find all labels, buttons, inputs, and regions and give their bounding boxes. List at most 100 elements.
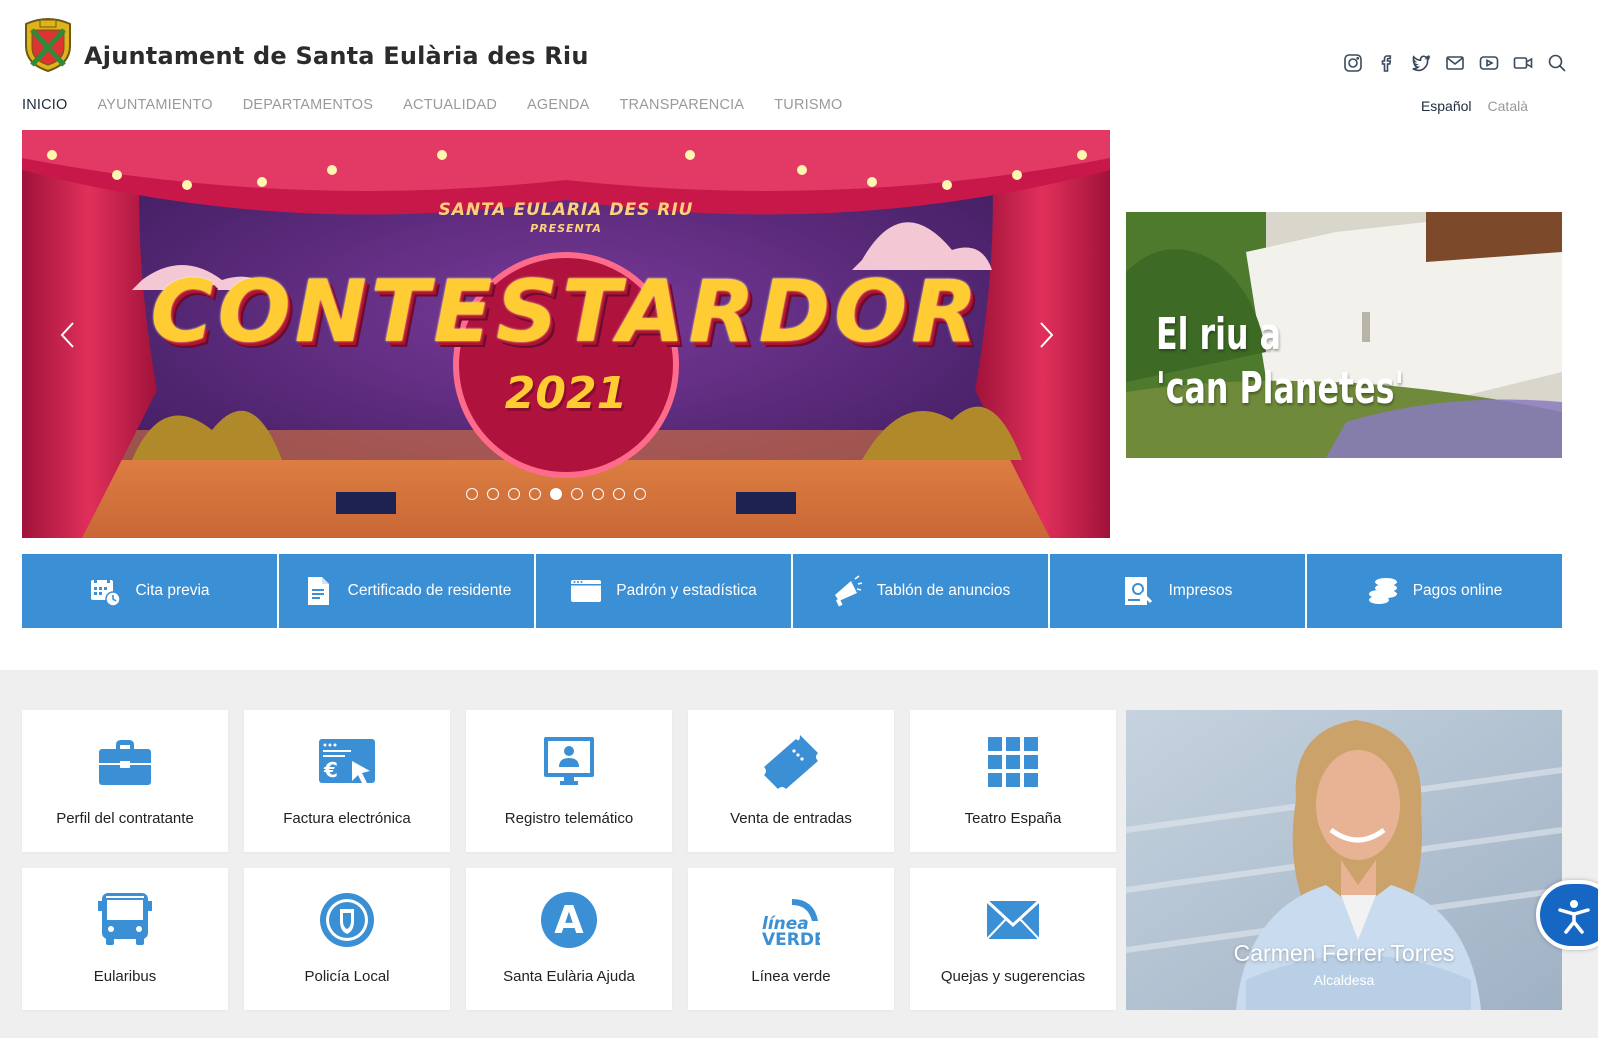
lang-espanol[interactable]: Español <box>1421 98 1472 114</box>
site-logo[interactable]: Ajuntament de Santa Eulària des Riu <box>22 16 589 72</box>
quick-link-impresos[interactable]: Impresos <box>1050 554 1305 628</box>
mayor-role: Alcaldesa <box>1313 972 1375 988</box>
promo-text: El riu a 'can Planetes' <box>1156 308 1404 416</box>
service-card-registro[interactable]: Registro telemático <box>466 710 672 852</box>
main-nav: INICIO AYUNTAMIENTO DEPARTAMENTOS ACTUAL… <box>22 97 843 113</box>
police-badge-icon <box>320 893 374 947</box>
quick-link-label: Padrón y estadística <box>616 582 757 599</box>
slider-next-button[interactable] <box>1032 315 1062 355</box>
service-card-label: Quejas y sugerencias <box>940 968 1086 985</box>
quick-link-label: Cita previa <box>135 582 210 599</box>
youtube-icon[interactable] <box>1478 52 1500 74</box>
service-card-label: Eularibus <box>93 968 157 985</box>
slider-prev-button[interactable] <box>52 315 82 355</box>
service-card-teatro-espana[interactable]: Teatro España <box>910 710 1116 852</box>
slide-presenter-sub: PRESENTA <box>530 222 602 235</box>
computer-user-icon <box>544 737 594 785</box>
service-card-label: Factura electrónica <box>283 810 411 827</box>
slider-dot[interactable] <box>592 488 604 500</box>
service-card-label: Policía Local <box>304 968 390 985</box>
service-card-eularibus[interactable]: Eularibus <box>22 868 228 1010</box>
service-card-factura[interactable]: € Factura electrónica <box>244 710 450 852</box>
service-card-label: Línea verde <box>751 968 831 985</box>
svg-text:A: A <box>554 898 584 942</box>
lang-catala[interactable]: Català <box>1488 98 1528 114</box>
slider-dots <box>466 488 646 500</box>
quick-link-certificado[interactable]: Certificado de residente <box>279 554 534 628</box>
service-card-linea-verde[interactable]: línea VERDE Línea verde <box>688 868 894 1010</box>
ticket-icon <box>764 735 818 789</box>
video-icon[interactable] <box>1512 52 1534 74</box>
service-card-quejas[interactable]: Quejas y sugerencias <box>910 868 1116 1010</box>
service-card-label: Teatro España <box>964 810 1062 827</box>
e-invoice-icon: € <box>319 739 375 785</box>
slider-dot[interactable] <box>550 488 562 500</box>
nav-item-turismo[interactable]: TURISMO <box>774 97 842 113</box>
slider-dot[interactable] <box>571 488 583 500</box>
mayor-name: Carmen Ferrer Torres <box>1233 940 1455 966</box>
social-links <box>1342 52 1568 74</box>
svg-text:€: € <box>323 758 338 782</box>
quick-link-label: Tablón de anuncios <box>876 582 1011 599</box>
promo-line-1: El riu a <box>1156 309 1281 360</box>
accessibility-icon <box>1558 900 1590 934</box>
svg-text:VERDE: VERDE <box>762 930 820 949</box>
slider-dot[interactable] <box>634 488 646 500</box>
instagram-icon[interactable] <box>1342 52 1364 74</box>
document-search-icon <box>1124 577 1152 605</box>
service-card-perfil-contratante[interactable]: Perfil del contratante <box>22 710 228 852</box>
facebook-icon[interactable] <box>1376 52 1398 74</box>
service-card-label: Registro telemático <box>504 810 634 827</box>
service-card-santa-eularia-ajuda[interactable]: A Santa Eulària Ajuda <box>466 868 672 1010</box>
promo-line-2: 'can Planetes' <box>1156 363 1405 414</box>
envelope-icon <box>985 899 1041 940</box>
document-icon <box>307 577 329 605</box>
nav-item-agenda[interactable]: AGENDA <box>527 97 589 113</box>
accessibility-button[interactable] <box>1536 880 1598 950</box>
twitter-icon[interactable] <box>1410 52 1432 74</box>
chevron-right-icon <box>1040 322 1054 348</box>
mail-icon[interactable] <box>1444 52 1466 74</box>
briefcase-icon <box>99 740 151 785</box>
service-card-venta-entradas[interactable]: Venta de entradas <box>688 710 894 852</box>
megaphone-icon <box>834 575 862 607</box>
nav-item-departamentos[interactable]: DEPARTAMENTOS <box>243 97 373 113</box>
service-card-policia-local[interactable]: Policía Local <box>244 868 450 1010</box>
language-switcher: Español Català <box>1421 98 1528 114</box>
quick-link-label: Certificado de residente <box>347 582 512 599</box>
nav-item-transparencia[interactable]: TRANSPARENCIA <box>619 97 744 113</box>
service-card-label: Santa Eulària Ajuda <box>503 968 635 985</box>
promo-banner[interactable]: El riu a 'can Planetes' <box>1126 212 1562 458</box>
quick-link-label: Pagos online <box>1412 582 1503 599</box>
nav-item-inicio[interactable]: INICIO <box>22 97 68 113</box>
slider-dot[interactable] <box>466 488 478 500</box>
service-card-label: Perfil del contratante <box>56 810 194 827</box>
quick-link-cita-previa[interactable]: Cita previa <box>22 554 277 628</box>
linea-verde-logo: líneaVERDE <box>762 899 820 949</box>
quick-link-padron[interactable]: Padrón y estadística <box>536 554 791 628</box>
slider-dot[interactable] <box>508 488 520 500</box>
hero-slider: SANTA EULARIA DES RIU PRESENTA CONTESTAR… <box>22 130 1110 538</box>
nav-item-actualidad[interactable]: ACTUALIDAD <box>403 97 497 113</box>
calendar-clock-icon <box>91 577 122 607</box>
service-card-label: Venta de entradas <box>730 810 852 827</box>
search-icon[interactable] <box>1546 52 1568 74</box>
slide-year: 2021 <box>504 368 628 419</box>
browser-window-icon <box>571 580 602 602</box>
chevron-left-icon <box>60 322 74 348</box>
quick-link-label: Impresos <box>1168 582 1233 599</box>
site-title: Ajuntament de Santa Eulària des Riu <box>84 42 589 70</box>
coins-icon <box>1368 578 1397 604</box>
slider-dot[interactable] <box>529 488 541 500</box>
nav-item-ayuntamiento[interactable]: AYUNTAMIENTO <box>98 97 213 113</box>
slider-dot[interactable] <box>613 488 625 500</box>
slider-dot[interactable] <box>487 488 499 500</box>
quick-link-tablon[interactable]: Tablón de anuncios <box>793 554 1048 628</box>
crest-icon <box>25 18 71 72</box>
slide-presenter: SANTA EULARIA DES RIU <box>438 200 694 220</box>
letter-a-icon: A <box>541 892 597 948</box>
mayor-panel[interactable]: Carmen Ferrer Torres Alcaldesa <box>1126 710 1562 1010</box>
quick-link-pagos[interactable]: Pagos online <box>1307 554 1562 628</box>
slide-title: CONTESTARDOR <box>150 262 982 362</box>
grid-icon <box>988 737 1038 787</box>
